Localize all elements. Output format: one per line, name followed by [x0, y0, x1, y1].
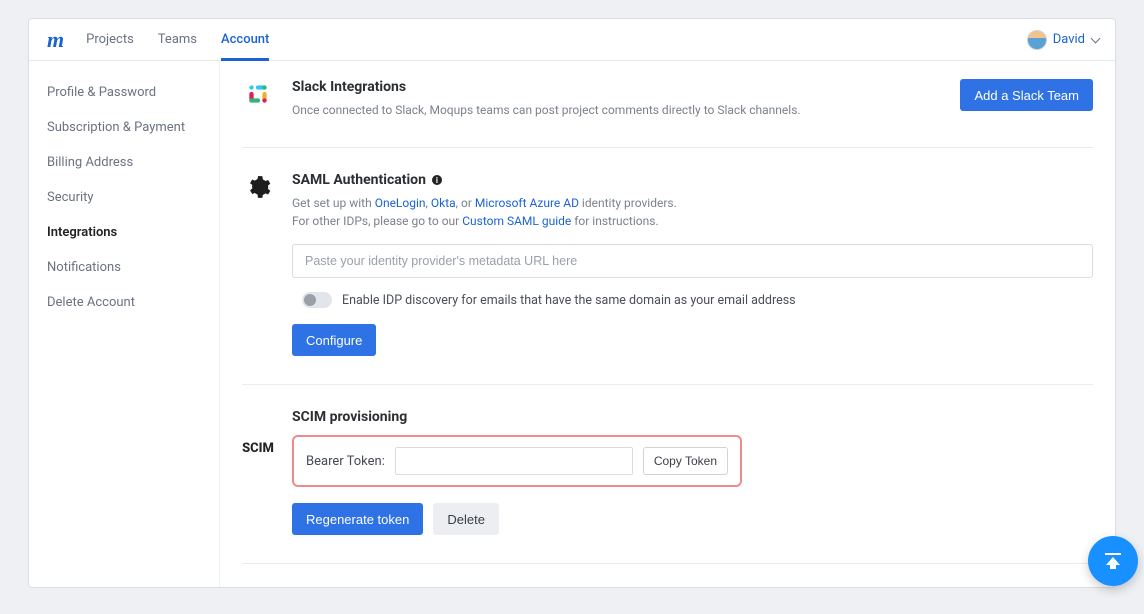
onelogin-link[interactable]: OneLogin: [375, 196, 426, 210]
slack-icon: [242, 79, 274, 119]
user-name: David: [1053, 32, 1085, 47]
regenerate-token-button[interactable]: Regenerate token: [292, 503, 423, 535]
section-slack: Slack Integrations Once connected to Sla…: [242, 79, 1093, 148]
settings-sidebar: Profile & Password Subscription & Paymen…: [29, 61, 219, 587]
info-icon[interactable]: [432, 175, 442, 185]
idp-discovery-label: Enable IDP discovery for emails that hav…: [342, 293, 796, 308]
app-logo[interactable]: m: [43, 27, 68, 53]
sidebar-item-security[interactable]: Security: [29, 180, 219, 215]
chevron-down-icon: [1091, 35, 1101, 45]
sidebar-item-integrations[interactable]: Integrations: [29, 215, 219, 250]
custom-saml-guide-link[interactable]: Custom SAML guide: [462, 214, 571, 228]
saml-desc-line2: For other IDPs, please go to our Custom …: [292, 212, 1093, 230]
tab-account[interactable]: Account: [221, 19, 269, 61]
slack-desc: Once connected to Slack, Moqups teams ca…: [292, 101, 948, 119]
saml-metadata-url-input[interactable]: [292, 244, 1093, 278]
topbar: m Projects Teams Account David: [29, 19, 1115, 61]
sidebar-item-profile[interactable]: Profile & Password: [29, 75, 219, 110]
bearer-token-label: Bearer Token:: [306, 454, 385, 469]
section-saml: SAML Authentication Get set up with OneL…: [242, 172, 1093, 385]
delete-token-button[interactable]: Delete: [433, 503, 499, 535]
main-area: Profile & Password Subscription & Paymen…: [29, 61, 1115, 587]
sidebar-item-billing[interactable]: Billing Address: [29, 145, 219, 180]
section-scim: SCIM SCIM provisioning Bearer Token: Cop…: [242, 409, 1093, 564]
bearer-token-input[interactable]: [395, 447, 633, 475]
saml-title: SAML Authentication: [292, 172, 1093, 188]
user-menu[interactable]: David: [1027, 30, 1101, 50]
scroll-top-icon: [1101, 549, 1125, 573]
scim-icon: SCIM: [242, 409, 274, 535]
app-window: m Projects Teams Account David Profile &…: [28, 18, 1116, 588]
help-fab[interactable]: [1088, 536, 1138, 586]
configure-button[interactable]: Configure: [292, 324, 376, 356]
idp-discovery-toggle-row: Enable IDP discovery for emails that hav…: [292, 292, 1093, 308]
azure-link[interactable]: Microsoft Azure AD: [475, 196, 579, 210]
gear-icon: [242, 172, 274, 356]
add-slack-team-button[interactable]: Add a Slack Team: [960, 79, 1093, 111]
tab-teams[interactable]: Teams: [158, 19, 197, 61]
sidebar-item-subscription[interactable]: Subscription & Payment: [29, 110, 219, 145]
sidebar-item-delete-account[interactable]: Delete Account: [29, 285, 219, 320]
okta-link[interactable]: Okta: [431, 196, 456, 210]
copy-token-button[interactable]: Copy Token: [643, 447, 728, 475]
slack-title: Slack Integrations: [292, 79, 948, 95]
scim-title: SCIM provisioning: [292, 409, 1093, 425]
bearer-token-box: Bearer Token: Copy Token: [292, 435, 742, 487]
idp-discovery-toggle[interactable]: [302, 292, 332, 308]
nav-tabs: Projects Teams Account: [86, 19, 269, 61]
content-area[interactable]: Slack Integrations Once connected to Sla…: [219, 61, 1115, 587]
avatar: [1027, 30, 1047, 50]
saml-desc-line1: Get set up with OneLogin, Okta, or Micro…: [292, 194, 1093, 212]
sidebar-item-notifications[interactable]: Notifications: [29, 250, 219, 285]
tab-projects[interactable]: Projects: [86, 19, 134, 61]
